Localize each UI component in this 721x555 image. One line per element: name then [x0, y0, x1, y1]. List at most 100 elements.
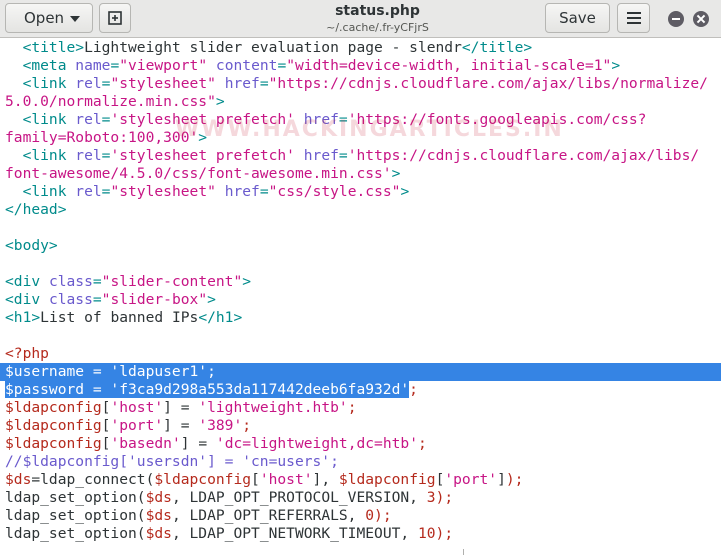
code-token: </title> [461, 39, 533, 56]
code-token: 'basedn' [110, 435, 181, 452]
code-token: > [215, 93, 225, 110]
code-token: List of banned IPs [40, 309, 199, 326]
new-document-icon [108, 11, 122, 25]
code-token: ldap_set_option( [5, 525, 146, 542]
code-line: <h1>List of banned IPs</h1> [5, 309, 708, 327]
code-token: //$ldapconfig['usersdn'] = 'cn=users'; [5, 453, 339, 470]
code-token: "slider-box" [101, 291, 208, 308]
code-token: ], [312, 471, 339, 488]
code-line: font-awesome/4.5.0/css/font-awesome.min.… [5, 165, 708, 183]
window-title: status.php [335, 3, 420, 19]
code-token: = [110, 57, 120, 74]
watermark: WWW.HACKINGARTICLES.IN [175, 117, 564, 142]
code-text[interactable]: <title>Lightweight slider evaluation pag… [5, 39, 708, 543]
code-token: $ldapconfig [5, 435, 102, 452]
code-token: ldap_set_option( [5, 489, 146, 506]
code-token: ); [435, 489, 454, 506]
code-token: <div [5, 273, 49, 290]
code-line: $username = 'ldapuser1'; [5, 363, 708, 381]
code-token: "viewport" [119, 57, 208, 74]
code-token: <link [5, 75, 76, 92]
code-line: //$ldapconfig['usersdn'] = 'cn=users'; [5, 453, 708, 471]
code-token: ] = [163, 417, 199, 434]
code-token: > [391, 165, 401, 182]
code-token: $ldapconfig [338, 471, 436, 488]
code-token: 'dc=lightweight,dc=htb' [215, 435, 418, 452]
code-line: <meta name="viewport" content="width=dev… [5, 57, 708, 75]
code-token: class [48, 291, 93, 308]
code-line: $ldapconfig['basedn'] = 'dc=lightweight,… [5, 435, 708, 453]
code-token: ; [409, 381, 418, 398]
code-token: 'https://cdnjs.cloudflare.com/ajax/libs/ [347, 147, 700, 164]
code-token: rel [75, 75, 102, 92]
code-token: "width=device-width, initial-scale=1" [286, 57, 612, 74]
code-line: $ldapconfig['port'] = '389'; [5, 417, 708, 435]
code-token: 'stylesheet prefetch' [110, 147, 295, 164]
code-token: <div [5, 291, 49, 308]
code-line: 5.0.0/normalize.min.css"> [5, 93, 708, 111]
code-line: $ds=ldap_connect($ldapconfig['host'], $l… [5, 471, 708, 489]
code-token: , LDAP_OPT_REFERRALS, [171, 507, 366, 524]
code-token: 0 [365, 507, 375, 524]
code-token: $ldapconfig [154, 471, 252, 488]
code-line: ldap_set_option($ds, LDAP_OPT_PROTOCOL_V… [5, 489, 708, 507]
code-token: > [611, 57, 621, 74]
code-token: 'port' [110, 417, 164, 434]
open-button[interactable]: Open [5, 3, 93, 33]
code-token: = [92, 273, 102, 290]
code-line: $ldapconfig['host'] = 'lightweight.htb'; [5, 399, 708, 417]
code-token: name [75, 57, 111, 74]
code-token: ); [374, 507, 392, 524]
close-icon[interactable] [693, 11, 709, 27]
chevron-down-icon [70, 16, 80, 22]
new-document-button[interactable] [99, 3, 131, 33]
code-line: <link rel="stylesheet" href="css/style.c… [5, 183, 708, 201]
code-token: 'lightweight.htb' [198, 399, 348, 416]
code-token: $ds [145, 489, 172, 506]
code-editor[interactable]: <title>Lightweight slider evaluation pag… [0, 38, 721, 555]
code-token: > [400, 183, 410, 200]
code-token: 3 [426, 489, 436, 506]
code-token: <link [5, 183, 76, 200]
code-token: [ [251, 471, 260, 488]
code-token: ] = [163, 399, 199, 416]
save-button[interactable]: Save [545, 3, 610, 33]
code-token: <link [5, 111, 76, 128]
code-line: ldap_set_option($ds, LDAP_OPT_REFERRALS,… [5, 507, 708, 525]
code-token: ; [242, 417, 252, 434]
code-token: "https://cdnjs.cloudflare.com/ajax/libs/… [268, 75, 708, 92]
code-token: "slider-content" [101, 273, 243, 290]
code-token: 10 [417, 525, 436, 542]
code-token: </h1> [198, 309, 243, 326]
code-token: href [224, 183, 260, 200]
open-button-label: Open [24, 9, 65, 27]
minimize-icon[interactable] [668, 11, 684, 27]
code-token: $ds [145, 507, 172, 524]
code-token: ] = [180, 435, 216, 452]
code-token: = [259, 183, 269, 200]
menu-button[interactable] [617, 3, 650, 33]
code-token: ); [435, 525, 454, 542]
hamburger-menu-icon [626, 12, 641, 24]
code-token: class [48, 273, 93, 290]
code-token: ; [347, 399, 357, 416]
code-line: <link rel='stylesheet prefetch' href='ht… [5, 147, 708, 165]
code-token: </head> [5, 201, 67, 218]
code-token: $ds [145, 525, 172, 542]
code-token: <body> [5, 237, 58, 254]
window-subtitle: ~/.cache/.fr-yCFjrS [326, 21, 429, 34]
code-token: "stylesheet" [110, 183, 216, 200]
code-token: , LDAP_OPT_NETWORK_TIMEOUT, [171, 525, 418, 542]
code-token: > [207, 291, 216, 308]
code-token: $ldapconfig [5, 399, 102, 416]
code-token: , LDAP_OPT_PROTOCOL_VERSION, [171, 489, 427, 506]
code-token: href [224, 75, 260, 92]
code-line: <title>Lightweight slider evaluation pag… [5, 39, 708, 57]
code-line: </head> [5, 201, 708, 219]
code-token: '389' [198, 417, 243, 434]
code-token: ; [418, 435, 427, 452]
